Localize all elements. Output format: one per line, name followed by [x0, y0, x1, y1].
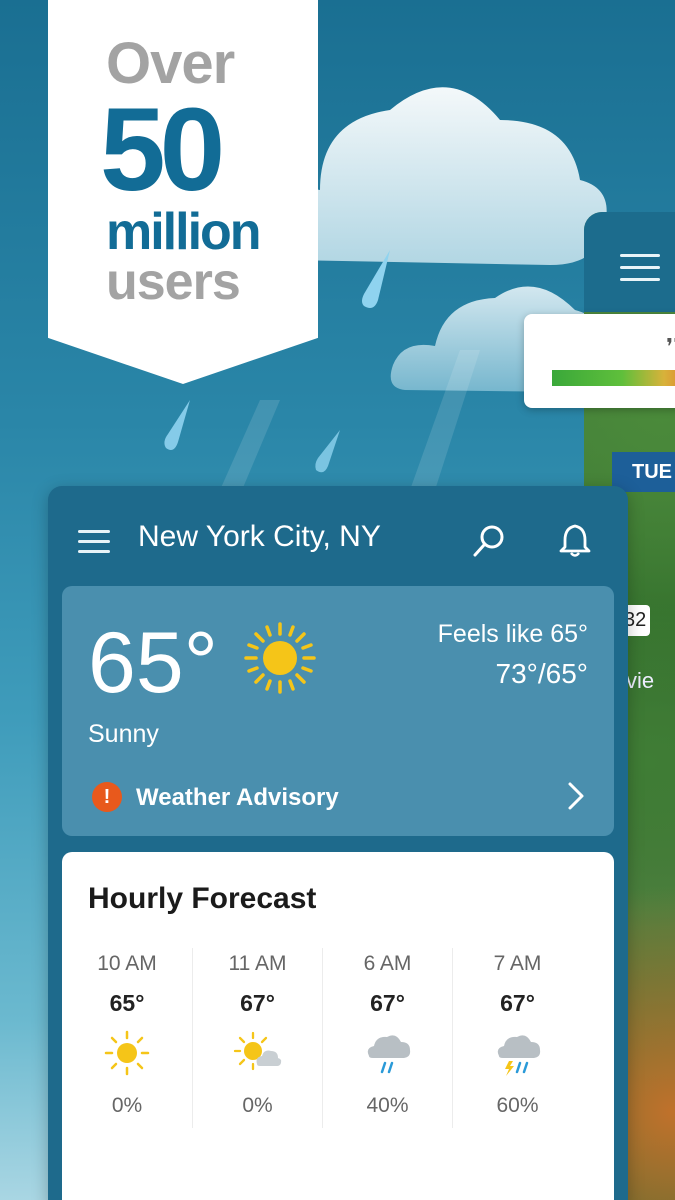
hour-precip: 0%	[242, 1094, 273, 1117]
hour-time: 10 AM	[97, 952, 157, 975]
chevron-right-icon	[568, 782, 584, 810]
promo-line-number: 50	[100, 84, 225, 216]
thunderstorm-icon	[497, 1035, 541, 1076]
high-low-temperature: 73°/65°	[495, 658, 588, 689]
radar-town-label: vie	[626, 668, 655, 693]
sun-icon	[244, 622, 316, 694]
weather-advisory-link[interactable]: ! Weather Advisory	[88, 780, 588, 816]
hour-time: 11 AM	[228, 952, 287, 975]
hour-temperature: 67°	[370, 990, 405, 1016]
sun-icon	[104, 1030, 150, 1076]
partly-cloudy-icon	[233, 1031, 282, 1071]
condition-text: Sunny	[88, 720, 159, 748]
search-icon[interactable]	[472, 524, 506, 558]
hourly-forecast-card[interactable]: Hourly Forecast 10 AM 65° 0% 11 AM 67° 0…	[62, 852, 614, 1200]
hour-precip: 0%	[111, 1094, 143, 1117]
advisory-label: Weather Advisory	[136, 784, 339, 811]
hour-temperature: 67°	[240, 990, 275, 1016]
rain-cloud-icon	[367, 1035, 411, 1074]
hourly-item[interactable]: 6 AM 67° 40%	[322, 948, 452, 1128]
hourly-item[interactable]: 11 AM 67° 0%	[192, 948, 322, 1128]
hourly-item[interactable]: 10 AM 65° 0%	[62, 948, 192, 1128]
promo-ribbon: Over 50 million users	[48, 0, 318, 384]
hourly-forecast-title: Hourly Forecast	[88, 882, 317, 915]
rain-icon: ❜❜	[666, 334, 675, 359]
hour-temperature: 67°	[500, 990, 535, 1016]
location-title[interactable]: New York City, NY	[138, 520, 381, 554]
hour-temperature: 65°	[109, 990, 145, 1016]
hour-precip: 40%	[366, 1094, 409, 1117]
current-conditions-card[interactable]: 65° Feels like 65° 73°/65° Sunny ! Weath…	[62, 586, 614, 836]
hour-time: 7 AM	[493, 952, 542, 975]
radar-legend-card: ❜❜	[524, 314, 675, 408]
promo-line-users: users	[106, 253, 241, 311]
menu-icon[interactable]	[78, 530, 110, 560]
radar-menu-icon[interactable]	[620, 254, 660, 290]
radar-header	[584, 212, 675, 312]
hour-time: 6 AM	[363, 952, 412, 975]
alert-icon: !	[92, 782, 122, 812]
precipitation-legend-bar	[552, 370, 675, 386]
bell-icon[interactable]	[558, 522, 592, 558]
hour-precip: 60%	[496, 1094, 539, 1117]
current-temperature: 65°	[88, 615, 219, 711]
app-header: New York City, NY	[48, 486, 628, 586]
feels-like-text: Feels like 65°	[437, 620, 588, 648]
app-screen: New York City, NY 65° Feels like 65° 73°…	[48, 486, 628, 1200]
hourly-item[interactable]: 7 AM 67° 60%	[452, 948, 582, 1128]
hourly-list: 10 AM 65° 0% 11 AM 67° 0% 6 AM 67° 40% 7…	[62, 948, 614, 1138]
